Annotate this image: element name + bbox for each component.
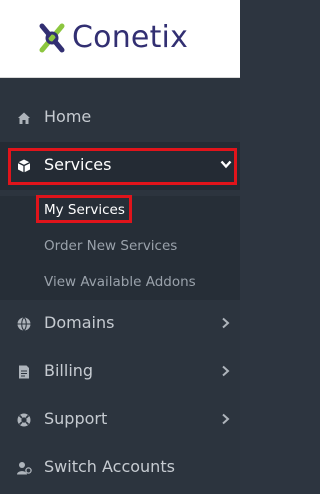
sidebar-item-domains[interactable]: Domains (0, 300, 240, 348)
sidebar-item-home[interactable]: Home (0, 94, 240, 142)
sidebar-item-billing[interactable]: Billing (0, 348, 240, 396)
chevron-right-icon (221, 317, 230, 329)
brand-name[interactable]: Conetix (72, 18, 188, 58)
sidebar-item-label: Support (44, 409, 108, 428)
brand-header: Conetix (0, 0, 240, 78)
lifebuoy-icon (16, 412, 32, 428)
sidebar-item-switch-accounts[interactable]: Switch Accounts (0, 444, 240, 492)
sidebar-nav: Home Services My Services Order New Serv… (0, 78, 240, 494)
submenu-item-view-available-addons[interactable]: View Available Addons (44, 273, 196, 291)
invoice-icon (16, 364, 32, 380)
submenu-item-order-new-services[interactable]: Order New Services (44, 237, 177, 255)
sidebar-item-label: Home (44, 107, 92, 126)
sidebar-item-label: Services (44, 155, 112, 174)
home-icon (16, 110, 32, 126)
sidebar-item-support[interactable]: Support (0, 396, 240, 444)
submenu-item-my-services[interactable]: My Services (44, 201, 125, 219)
conetix-logo-icon[interactable] (36, 22, 68, 54)
chevron-right-icon (221, 413, 230, 425)
users-icon (16, 460, 32, 476)
globe-icon (16, 316, 32, 332)
sidebar-item-label: Domains (44, 313, 115, 332)
sidebar-item-label: Billing (44, 361, 94, 380)
sidebar-item-services[interactable]: Services (0, 142, 240, 190)
highlight-box (8, 148, 237, 185)
chevron-right-icon (221, 365, 230, 377)
sidebar-item-label: Switch Accounts (44, 457, 175, 476)
cube-icon (16, 158, 32, 174)
chevron-down-icon (220, 160, 232, 169)
